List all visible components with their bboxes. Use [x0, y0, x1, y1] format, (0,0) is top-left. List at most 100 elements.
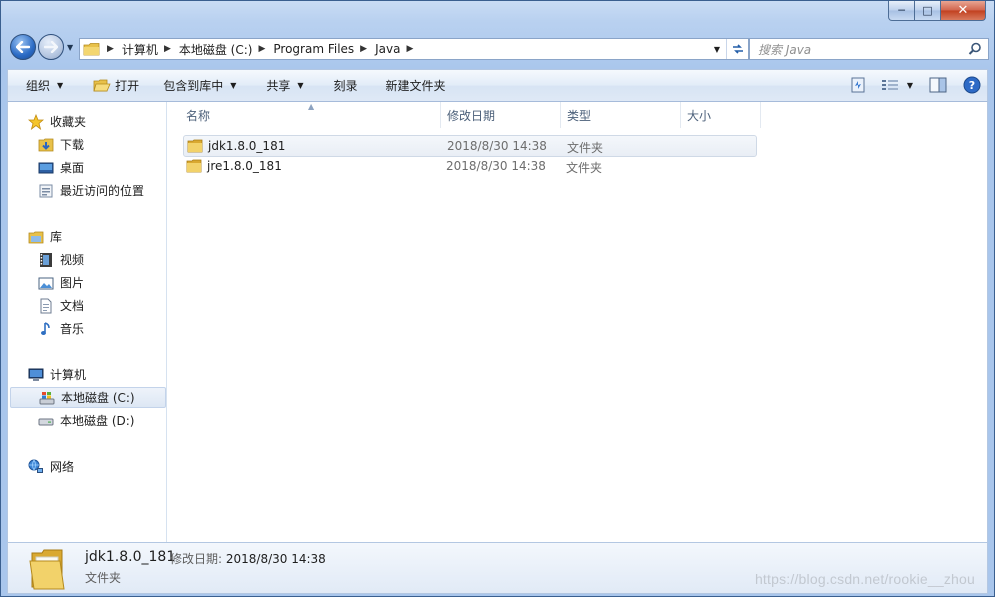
- include-in-library-label: 包含到库中: [163, 79, 224, 93]
- organize-label: 组织: [26, 79, 51, 93]
- details-pane: jdk1.8.0_181 修改日期: 2018/8/30 14:38 文件夹 h…: [7, 542, 988, 594]
- sidebar-item-music[interactable]: 音乐: [8, 318, 166, 339]
- address-bar[interactable]: ▶ 计算机 ▶ 本地磁盘 (C:) ▶ Program Files ▶ Java…: [79, 38, 749, 60]
- sidebar-item-favorites[interactable]: 收藏夹: [8, 111, 166, 132]
- change-view-extra-button[interactable]: [851, 77, 865, 93]
- minimize-button[interactable]: ─: [888, 1, 915, 21]
- caption-buttons: ─ □ ✕: [888, 1, 986, 21]
- breadcrumb-computer[interactable]: 计算机: [122, 41, 158, 58]
- file-row[interactable]: jre1.8.0_181 2018/8/30 14:38 文件夹: [183, 156, 757, 178]
- picture-icon: [38, 275, 54, 291]
- back-arrow-icon: [16, 41, 30, 53]
- sidebar-item-recent-places[interactable]: 最近访问的位置: [8, 180, 166, 201]
- breadcrumb-separator[interactable]: ▶: [107, 44, 114, 54]
- sidebar-item-label: 桌面: [60, 161, 85, 175]
- file-name-cell: jdk1.8.0_181: [187, 139, 285, 153]
- search-placeholder: 搜索 Java: [758, 42, 812, 57]
- maximize-button[interactable]: □: [915, 1, 941, 21]
- column-header-label: 修改日期: [447, 108, 496, 123]
- back-button[interactable]: [10, 34, 36, 60]
- folder-icon: [83, 43, 100, 56]
- sidebar-item-documents[interactable]: 文档: [8, 295, 166, 316]
- view-list-icon: [881, 80, 898, 90]
- video-icon: [38, 252, 54, 268]
- new-folder-button[interactable]: 新建文件夹: [386, 77, 446, 94]
- search-icon[interactable]: [968, 42, 982, 56]
- column-header-label: 类型: [567, 108, 592, 123]
- column-header-date-modified[interactable]: 修改日期: [441, 102, 561, 128]
- recent-places-icon: [38, 183, 54, 199]
- column-header-name[interactable]: 名称 ▲: [168, 102, 441, 128]
- breadcrumb-program-files[interactable]: Program Files: [273, 42, 354, 56]
- share-label: 共享: [266, 79, 291, 93]
- selected-item-type: 文件夹: [85, 571, 122, 585]
- sidebar-item-downloads[interactable]: 下载: [8, 134, 166, 155]
- column-header-size[interactable]: 大小: [681, 102, 761, 128]
- sidebar-item-label: 本地磁盘 (D:): [60, 414, 135, 428]
- breadcrumb-separator[interactable]: ▶: [164, 44, 171, 54]
- help-button[interactable]: ?: [963, 76, 981, 94]
- sidebar-item-pictures[interactable]: 图片: [8, 272, 166, 293]
- organize-button[interactable]: 组织 ▼: [26, 77, 63, 94]
- close-button[interactable]: ✕: [941, 1, 986, 21]
- forward-button[interactable]: [38, 34, 64, 60]
- address-history-dropdown[interactable]: ▼: [708, 39, 726, 59]
- column-header-type[interactable]: 类型: [561, 102, 681, 128]
- file-modified: 2018/8/30 14:38: [447, 139, 547, 153]
- sidebar-item-label: 文档: [60, 299, 85, 313]
- navigation-pane: 收藏夹 下载 桌面 最近访问的位置 库 视频 图片 文档 音乐 计算机 本地磁盘…: [8, 102, 167, 542]
- file-row[interactable]: jdk1.8.0_181 2018/8/30 14:38 文件夹: [183, 135, 757, 157]
- content-area: 收藏夹 下载 桌面 最近访问的位置 库 视频 图片 文档 音乐 计算机 本地磁盘…: [7, 102, 988, 542]
- share-button[interactable]: 共享 ▼: [266, 77, 303, 94]
- sidebar-item-label: 本地磁盘 (C:): [61, 391, 135, 405]
- sidebar-item-label: 收藏夹: [50, 115, 87, 129]
- sidebar-item-label: 下载: [60, 138, 85, 152]
- desktop-icon: [38, 160, 54, 176]
- folder-icon: [187, 139, 203, 153]
- refresh-icon: [732, 44, 743, 54]
- svg-text:?: ?: [969, 79, 975, 92]
- sidebar-item-libraries[interactable]: 库: [8, 226, 166, 247]
- search-input[interactable]: 搜索 Java: [749, 38, 989, 60]
- chevron-down-icon[interactable]: ▼: [907, 81, 913, 90]
- sidebar-item-label: 计算机: [50, 368, 87, 382]
- breadcrumb-drive-c[interactable]: 本地磁盘 (C:): [179, 41, 253, 58]
- column-header-label: 名称: [186, 108, 211, 123]
- network-icon: [28, 459, 44, 475]
- sidebar-item-computer[interactable]: 计算机: [8, 364, 166, 385]
- open-button[interactable]: 打开: [93, 77, 139, 94]
- command-bar: 组织 ▼ 打开 包含到库中 ▼ 共享 ▼ 刻录 新建文件夹 ▼ ?: [7, 69, 988, 102]
- file-name: jdk1.8.0_181: [208, 139, 286, 153]
- sidebar-item-drive-c[interactable]: 本地磁盘 (C:): [10, 387, 166, 408]
- include-in-library-button[interactable]: 包含到库中 ▼: [163, 77, 236, 94]
- forward-arrow-icon: [44, 41, 58, 53]
- hard-drive-icon: [38, 413, 54, 429]
- folder-icon: [186, 159, 202, 173]
- view-controls: ▼ ?: [835, 76, 981, 94]
- breadcrumb-separator[interactable]: ▶: [360, 44, 367, 54]
- document-icon: [38, 298, 54, 314]
- change-view-button[interactable]: ▼: [881, 79, 913, 91]
- sidebar-item-label: 网络: [50, 460, 75, 474]
- breadcrumb-separator[interactable]: ▶: [258, 44, 265, 54]
- breadcrumb-separator[interactable]: ▶: [406, 44, 413, 54]
- large-folder-icon: [29, 549, 65, 590]
- computer-icon: [28, 367, 44, 383]
- preview-pane-button[interactable]: [929, 77, 947, 93]
- chevron-down-icon: ▼: [230, 81, 237, 90]
- burn-button[interactable]: 刻录: [334, 77, 358, 94]
- breadcrumb-java[interactable]: Java: [375, 42, 400, 56]
- star-icon: [28, 113, 44, 130]
- sidebar-item-drive-d[interactable]: 本地磁盘 (D:): [8, 410, 166, 431]
- file-name: jre1.8.0_181: [207, 159, 282, 173]
- explorer-window: ─ □ ✕ ▼ ▶ 计算机 ▶ 本地磁盘 (C:) ▶ Program File…: [0, 0, 995, 597]
- sidebar-item-network[interactable]: 网络: [8, 456, 166, 477]
- sidebar-item-videos[interactable]: 视频: [8, 249, 166, 270]
- download-folder-icon: [38, 137, 54, 153]
- recent-pages-dropdown[interactable]: ▼: [67, 43, 73, 52]
- column-header-label: 大小: [687, 108, 712, 123]
- sidebar-item-desktop[interactable]: 桌面: [8, 157, 166, 178]
- sidebar-item-label: 图片: [60, 276, 85, 290]
- refresh-button[interactable]: [726, 39, 748, 59]
- selected-item-modified: 修改日期: 2018/8/30 14:38: [170, 550, 326, 567]
